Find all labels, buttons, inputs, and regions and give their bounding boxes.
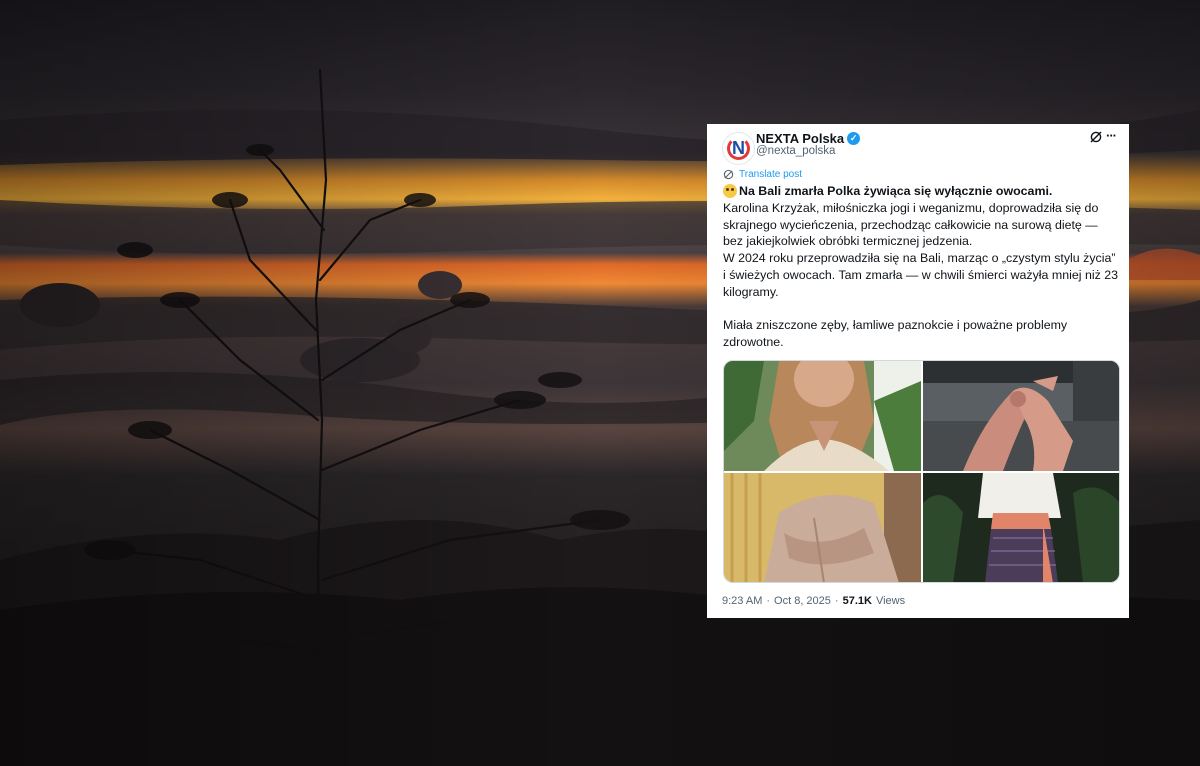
translate-label: Translate post: [739, 169, 802, 180]
media-photo-3[interactable]: [724, 473, 921, 582]
more-icon[interactable]: ···: [1106, 128, 1117, 143]
post-date[interactable]: Oct 8, 2025: [774, 595, 831, 607]
post-paragraph-3: Miała zniszczone zęby, łamliwe paznokcie…: [723, 318, 1068, 350]
media-photo-2[interactable]: [923, 361, 1119, 471]
translate-post-link[interactable]: Translate post: [723, 169, 802, 180]
post-paragraph-1: Karolina Krzyżak, miłośniczka jogi i weg…: [723, 200, 1099, 249]
post-text: Na Bali zmarła Polka żywiąca się wyłączn…: [723, 183, 1119, 351]
avatar-letter: N: [732, 138, 745, 158]
account-avatar[interactable]: N: [722, 132, 755, 165]
views-count: 57.1K: [842, 595, 872, 607]
post-time[interactable]: 9:23 AM: [722, 595, 762, 607]
meta-separator: ·: [766, 595, 771, 607]
media-grid: [723, 360, 1120, 583]
media-photo-1[interactable]: [724, 361, 921, 471]
translate-icon: [723, 169, 734, 180]
views-label: Views: [875, 595, 906, 607]
display-name[interactable]: NEXTA Polska: [756, 131, 844, 146]
post-meta: 9:23 AM · Oct 8, 2025 · 57.1K Views: [722, 595, 905, 607]
flushed-face-icon: [723, 184, 737, 199]
post-paragraph-2: W 2024 roku przeprowadziła się na Bali, …: [723, 251, 1119, 299]
post-card: N NEXTA Polska ✓ @nexta_polska ··· Trans…: [707, 124, 1129, 618]
verified-badge-icon: ✓: [847, 132, 861, 145]
name-row: NEXTA Polska ✓: [756, 131, 861, 146]
media-photo-4[interactable]: [923, 473, 1119, 582]
account-handle[interactable]: @nexta_polska: [756, 145, 835, 157]
headline-text: Na Bali zmarła Polka żywiąca się wyłączn…: [739, 184, 1053, 198]
post-headline: Na Bali zmarła Polka żywiąca się wyłączn…: [723, 183, 1119, 200]
grok-icon[interactable]: [1089, 130, 1103, 144]
meta-separator-2: ·: [834, 595, 839, 607]
